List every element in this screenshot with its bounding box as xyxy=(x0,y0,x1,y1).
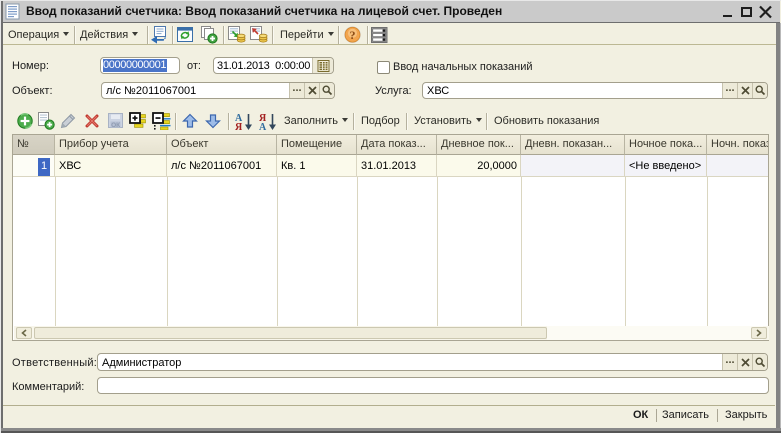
svg-text:?: ? xyxy=(350,28,356,42)
svg-text:ОК: ОК xyxy=(111,122,120,129)
svg-text:А: А xyxy=(259,122,267,131)
svg-text:Я: Я xyxy=(235,122,243,131)
